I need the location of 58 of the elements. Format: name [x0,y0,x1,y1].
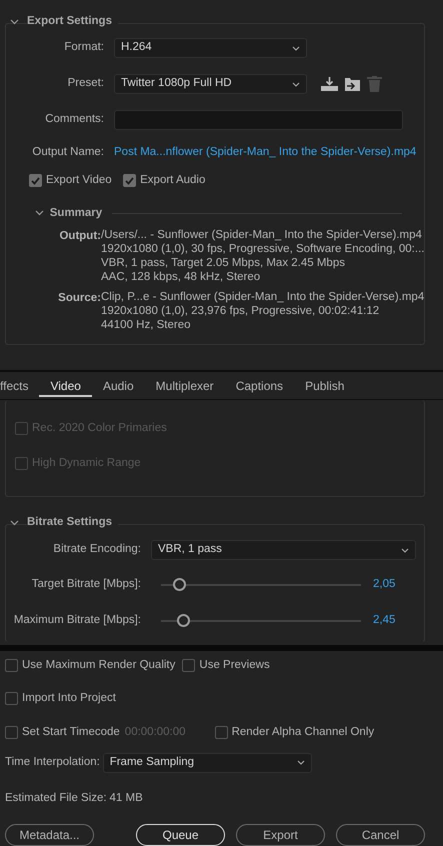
field-label: Bitrate Encoding: [52,542,141,558]
summary-line: Clip, P...e - Sunflower (Spider-Man_ Into the Spider-Verse).mp4 [101,290,424,304]
checkbox[interactable]: Use Maximum Render Quality [5,657,176,674]
preset-dropdown[interactable]: Twitter 1080p Full HD [114,74,307,94]
tab[interactable]: ffects [0,374,40,396]
download-icon[interactable] [321,77,338,91]
checkbox[interactable]: Render Alpha Channel Only [214,724,374,741]
chevron-down-icon[interactable] [10,19,19,25]
summary-title: Summary [50,206,102,220]
summary-line: VBR, 1 pass, Target 2.05 Mbps, Max 2.45 Mbps [101,256,346,270]
dialog-button[interactable]: Queue [136,824,225,846]
output-name-link[interactable]: Post Ma...nflower (Spider-Man_ Into the Spider-Verse).mp4 [114,144,416,162]
field-label: Output Name: [31,145,104,160]
tab[interactable]: Publish [294,374,356,396]
file-size-value: 41 MB [110,790,143,806]
summary-line: 1920x1080 (1,0), 23,976 fps, Progressive, 00:02:41:12 [101,304,380,318]
summary-label: Output: [58,228,101,244]
field-label: Estimated File Size: [5,790,107,806]
import-folder-icon[interactable] [344,77,361,91]
field-label: Format: [63,40,104,56]
slider-thumb[interactable] [173,578,186,591]
slider-value: 2,45 [373,613,396,628]
chevron-down-icon[interactable] [10,520,19,526]
summary-line: /Users/... - Sunflower (Spider-Man_ Into the Spider-Verse).mp4 [101,228,423,242]
slider-value: 2,05 [373,577,396,592]
field-label: Comments: [44,112,104,128]
field-label: Maximum Bitrate [Mbps]: [12,613,141,628]
bitrate-encoding-dropdown[interactable]: VBR, 1 pass [151,540,416,560]
dialog-button[interactable]: Metadata... [5,824,94,846]
summary-label: Source: [57,290,101,306]
field-label: Preset: [66,76,104,92]
checkbox[interactable]: Use Previews [182,657,270,674]
summary-line: 44100 Hz, Stereo [101,318,192,332]
comments-field[interactable] [114,110,403,130]
dialog-button[interactable]: Cancel [336,824,425,846]
caret-icon [292,46,300,50]
check-icon [125,176,134,185]
tab[interactable]: Multiplexer [144,374,225,396]
summary-line: AAC, 128 kbps, 48 kHz, Stereo [101,270,262,284]
dialog-button[interactable]: Export [236,824,325,846]
check-icon [31,176,40,185]
checkbox[interactable]: Import Into Project [5,690,116,708]
tab[interactable]: Audio [92,374,145,396]
tab[interactable]: Video [39,374,92,396]
caret-icon [296,760,305,766]
checkbox[interactable]: Export Video [29,172,112,190]
field-label: Time Interpolation: [5,755,100,770]
caret-icon [401,548,409,552]
format-dropdown[interactable]: H.264 [114,38,307,58]
slider-thumb[interactable] [177,614,190,627]
caret-icon [292,82,300,86]
checkbox[interactable]: Set Start Timecode [5,724,120,741]
summary-line: 1920x1080 (1,0), 30 fps, Progressive, Software Encoding, 00:... [101,242,424,256]
chevron-down-icon[interactable] [35,210,44,216]
time-interpolation-dropdown[interactable]: Frame Sampling [102,752,312,773]
tab[interactable]: Captions [224,374,294,396]
field-label: Target Bitrate [Mbps]: [30,577,141,592]
checkbox[interactable]: Export Audio [123,172,206,190]
